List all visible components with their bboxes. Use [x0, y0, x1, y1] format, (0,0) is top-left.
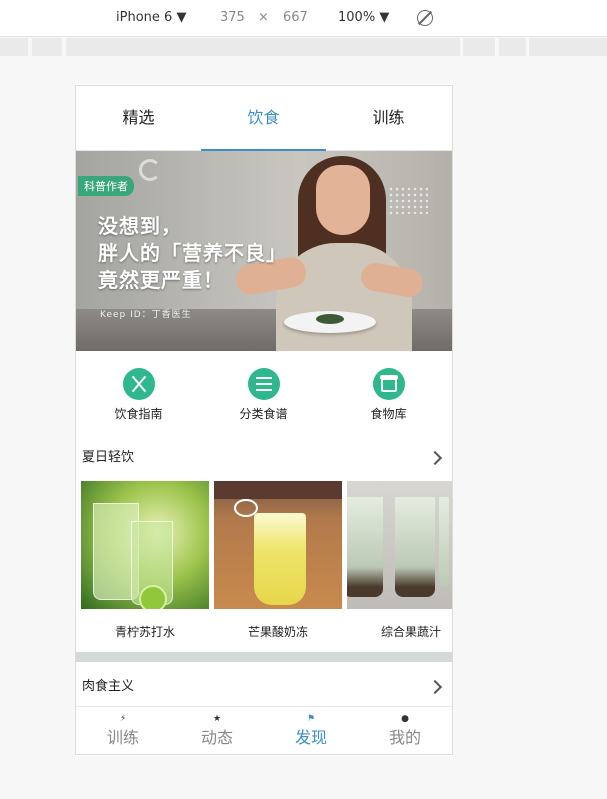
drink-label: 芒果酸奶冻 [247, 625, 308, 639]
nav-label: 动态 [200, 728, 233, 747]
drink-label: 青柠苏打水 [114, 625, 175, 639]
chevron-right-icon [427, 450, 443, 466]
ruler-segment[interactable] [32, 38, 62, 56]
section-summer-drinks[interactable]: 夏日轻饮 [76, 443, 452, 473]
rotate-icon[interactable] [417, 10, 433, 26]
lightning-icon: ⚡ [119, 714, 127, 724]
chevron-right-icon [427, 679, 443, 695]
drink-card[interactable]: 芒果酸奶冻 [214, 481, 342, 640]
category-label: 食物库 [370, 407, 407, 421]
headline-line: 没想到， [98, 214, 182, 238]
ruler-segment[interactable] [0, 38, 28, 56]
drink-image [214, 481, 342, 609]
user-icon: ● [401, 714, 409, 724]
banner-article[interactable]: 科普作者 没想到， 胖人的「营养不良」 竟然更严重！ Keep ID：丁香医生 [76, 151, 452, 351]
phone-viewport: 精选 饮食 训练 科普作者 没想到， 胖人的「营养不良」 竟然更严重！ Keep… [75, 85, 453, 755]
top-tabs: 精选 饮食 训练 [76, 86, 452, 151]
section-title: 夏日轻饮 [82, 450, 135, 465]
drink-card[interactable]: 综合果蔬汁 [347, 481, 452, 640]
category-row: 饮食指南 分类食谱 食物库 [76, 368, 452, 428]
device-name: iPhone 6 [116, 10, 173, 25]
tab-training[interactable]: 训练 [326, 86, 451, 150]
zoom-value: 100% [338, 10, 376, 25]
drink-image [347, 481, 452, 609]
nav-label: 训练 [106, 728, 139, 747]
caret-down-icon: ▼ [379, 10, 390, 25]
category-recipes[interactable]: 分类食谱 [201, 368, 326, 422]
drink-card[interactable]: 青柠苏打水 [81, 481, 209, 640]
woman-face [316, 165, 370, 235]
ruler-segment[interactable] [529, 38, 607, 56]
caret-down-icon: ▼ [176, 10, 187, 25]
compass-icon: ⚑ [306, 714, 316, 724]
ruler-segment[interactable] [499, 38, 526, 56]
menu-list-icon [247, 368, 280, 400]
star-icon: ★ [212, 714, 222, 724]
headline-line: 胖人的「营养不良」 [98, 241, 287, 265]
ring-decoration-icon [139, 159, 161, 181]
section-title: 肉食主义 [82, 679, 135, 694]
dots-decoration [388, 186, 428, 214]
section-divider [76, 652, 452, 662]
food-box-icon [372, 368, 405, 400]
devtools-toolbar: iPhone 6 ▼ 375 × 667 100% ▼ [0, 0, 607, 37]
nav-feed[interactable]: ★ 动态 [170, 707, 264, 754]
media-query-ruler [0, 38, 607, 56]
height-field[interactable]: 667 [283, 10, 308, 25]
nav-label: 我的 [388, 728, 421, 747]
salad [316, 314, 344, 324]
tab-featured[interactable]: 精选 [76, 86, 201, 150]
nav-discover[interactable]: ⚑ 发现 [264, 707, 358, 754]
fork-knife-icon [122, 368, 155, 400]
category-diet-guide[interactable]: 饮食指南 [76, 368, 201, 422]
drink-carousel[interactable]: 青柠苏打水 芒果酸奶冻 综合果蔬汁 [81, 481, 452, 641]
device-select[interactable]: iPhone 6 ▼ [116, 10, 186, 25]
section-meat[interactable]: 肉食主义 [76, 672, 452, 702]
zoom-select[interactable]: 100% ▼ [338, 10, 389, 25]
banner-headline: 没想到， 胖人的「营养不良」 竟然更严重！ [98, 213, 287, 294]
category-label: 饮食指南 [114, 407, 163, 421]
nav-training[interactable]: ⚡ 训练 [76, 707, 170, 754]
banner-author: Keep ID：丁香医生 [100, 310, 192, 320]
width-field[interactable]: 375 [220, 10, 245, 25]
category-label: 分类食谱 [239, 407, 288, 421]
tab-diet[interactable]: 饮食 [201, 86, 326, 151]
drink-image [81, 481, 209, 609]
category-food-library[interactable]: 食物库 [326, 368, 451, 422]
ruler-segment[interactable] [66, 38, 460, 56]
ruler-segment[interactable] [463, 38, 495, 56]
times-icon: × [258, 10, 269, 25]
drink-label: 综合果蔬汁 [380, 625, 441, 639]
nav-label: 发现 [294, 728, 327, 747]
headline-line: 竟然更严重！ [98, 268, 224, 292]
nav-profile[interactable]: ● 我的 [358, 707, 452, 754]
author-badge: 科普作者 [78, 176, 134, 196]
bottom-nav: ⚡ 训练 ★ 动态 ⚑ 发现 ● 我的 [76, 706, 452, 754]
